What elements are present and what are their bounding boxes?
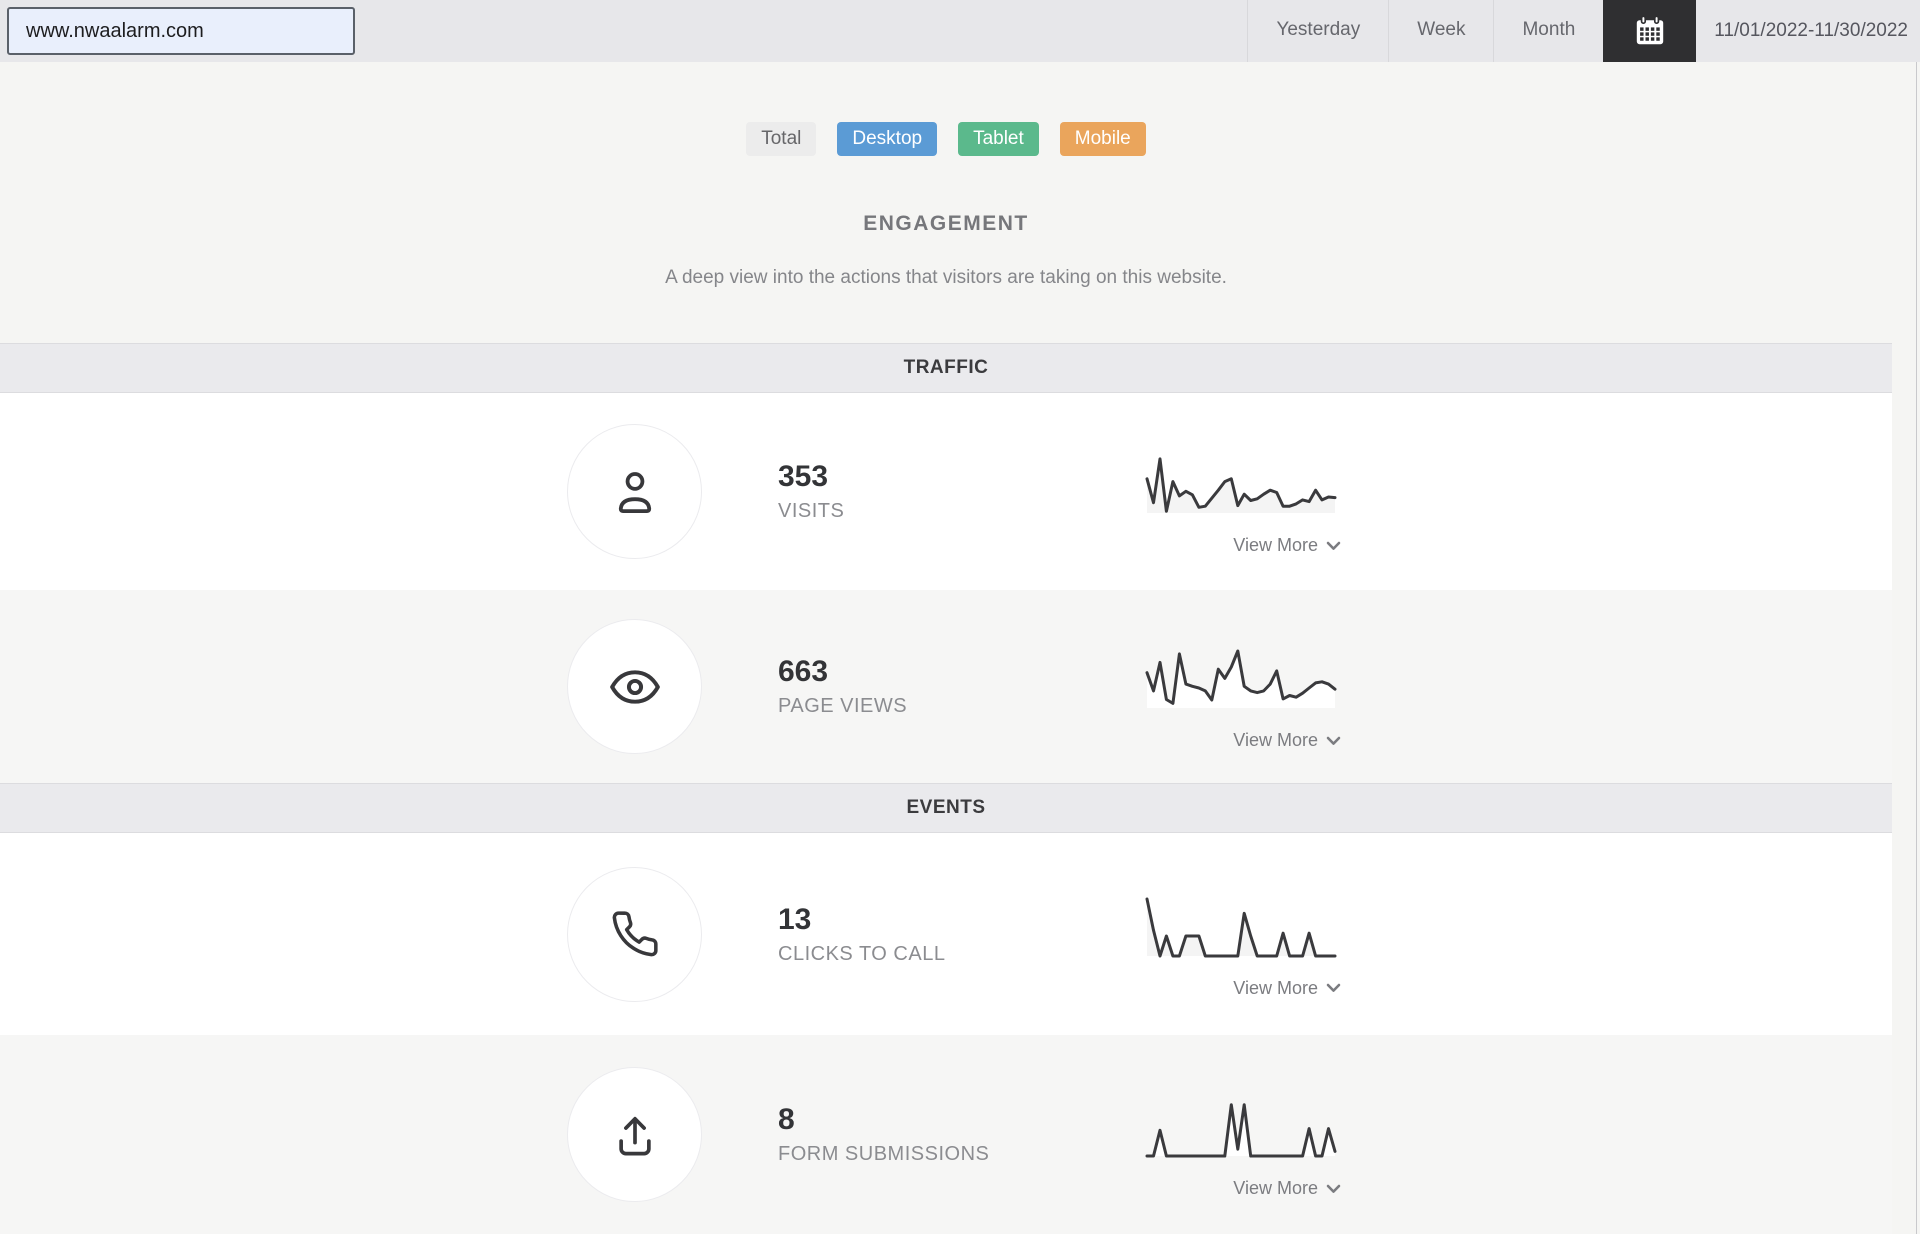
user-icon xyxy=(618,471,651,513)
clicks-to-call-chart-block: View More xyxy=(1145,896,1341,999)
chevron-down-icon xyxy=(1326,541,1341,550)
form-submissions-sparkline xyxy=(1145,1103,1337,1158)
section-header-events: EVENTS xyxy=(0,783,1892,833)
metric-row-form-submissions: 8 FORM SUBMISSIONS View More xyxy=(0,1035,1892,1234)
view-more-link[interactable]: View More xyxy=(1145,730,1341,751)
chevron-down-icon xyxy=(1326,983,1341,992)
chevron-down-icon xyxy=(1326,1184,1341,1193)
page-views-stat: 663 PAGE VIEWS xyxy=(778,655,1068,718)
calendar-icon xyxy=(1636,15,1663,45)
date-range: 11/01/2022-11/30/2022 xyxy=(1714,20,1908,41)
filter-total-button[interactable]: Total xyxy=(746,122,817,156)
view-more-label: View More xyxy=(1233,730,1318,750)
view-more-link[interactable]: View More xyxy=(1145,1178,1341,1199)
visits-stat: 353 VISITS xyxy=(778,460,1068,523)
form-submissions-icon-circle xyxy=(567,1067,702,1202)
phone-icon xyxy=(612,911,658,957)
page-views-chart-block: View More xyxy=(1145,648,1341,751)
chevron-down-icon xyxy=(1326,736,1341,745)
tab-yesterday[interactable]: Yesterday xyxy=(1247,0,1388,62)
engagement-intro: Total Desktop Tablet Mobile ENGAGEMENT A… xyxy=(0,62,1892,343)
visits-sparkline xyxy=(1145,457,1337,513)
view-more-label: View More xyxy=(1233,977,1318,998)
page-subtitle: A deep view into the actions that visito… xyxy=(665,267,1227,288)
clicks-to-call-icon-circle xyxy=(567,866,702,1002)
view-more-link[interactable]: View More xyxy=(1145,978,1341,999)
device-filter-buttons: Total Desktop Tablet Mobile xyxy=(0,62,1892,156)
stat-label: VISITS xyxy=(778,500,845,522)
form-submissions-stat: 8 FORM SUBMISSIONS xyxy=(778,1103,1068,1166)
stat-value: 663 xyxy=(778,655,829,688)
eye-icon xyxy=(609,669,660,704)
stat-label: PAGE VIEWS xyxy=(778,695,908,717)
date-range-tabs: Yesterday Week Month xyxy=(1247,0,1603,62)
tab-week[interactable]: Week xyxy=(1388,0,1493,62)
upload-icon xyxy=(618,1116,651,1155)
calendar-button[interactable] xyxy=(1603,0,1697,62)
section-header-traffic: TRAFFIC xyxy=(0,343,1892,393)
scrollbar[interactable] xyxy=(1916,62,1917,1234)
page-title: ENGAGEMENT xyxy=(863,212,1029,235)
stat-label: CLICKS TO CALL xyxy=(778,942,946,965)
stat-label: FORM SUBMISSIONS xyxy=(778,1143,990,1165)
stat-value: 8 xyxy=(778,1103,795,1136)
main-content: Total Desktop Tablet Mobile ENGAGEMENT A… xyxy=(0,62,1892,1234)
metric-row-page-views: 663 PAGE VIEWS View More xyxy=(0,590,1892,783)
view-more-label: View More xyxy=(1233,535,1318,555)
page-views-sparkline xyxy=(1145,649,1337,708)
view-more-label: View More xyxy=(1233,1178,1318,1198)
url-input[interactable] xyxy=(7,7,355,55)
stat-value: 353 xyxy=(778,460,829,493)
stat-value: 13 xyxy=(778,902,812,936)
tab-month[interactable]: Month xyxy=(1493,0,1603,62)
clicks-to-call-stat: 13 CLICKS TO CALL xyxy=(778,903,1068,966)
view-more-link[interactable]: View More xyxy=(1145,535,1341,556)
visits-chart-block: View More xyxy=(1145,453,1341,556)
filter-desktop-button[interactable]: Desktop xyxy=(837,122,938,156)
filter-mobile-button[interactable]: Mobile xyxy=(1059,122,1146,156)
form-submissions-chart-block: View More xyxy=(1145,1096,1341,1199)
topbar: Yesterday Week Month 11/01/2022-11/30/20… xyxy=(0,0,1920,62)
filter-tablet-button[interactable]: Tablet xyxy=(958,122,1039,156)
metric-row-visits: 353 VISITS View More xyxy=(0,393,1892,590)
page-views-icon-circle xyxy=(567,619,702,754)
visits-icon-circle xyxy=(567,424,702,559)
clicks-to-call-sparkline xyxy=(1145,897,1337,957)
metric-row-clicks-to-call: 13 CLICKS TO CALL View More xyxy=(0,833,1892,1035)
